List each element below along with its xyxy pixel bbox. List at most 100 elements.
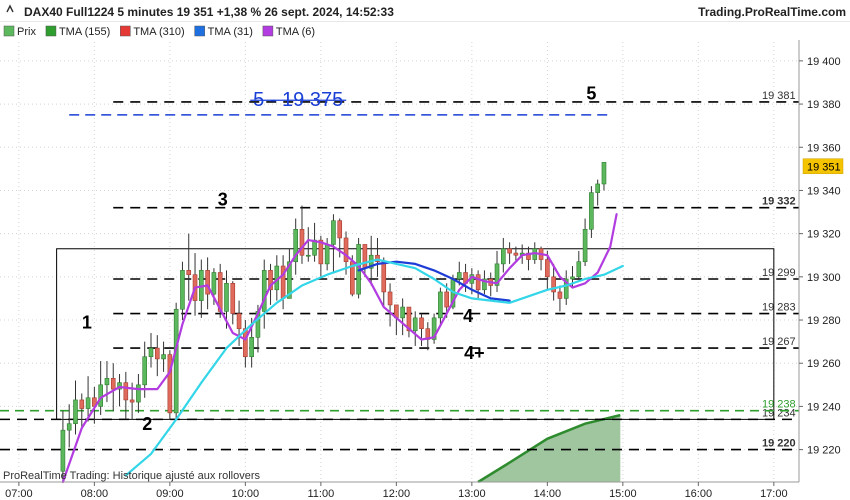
annotation-label: 3 <box>218 190 228 210</box>
candle-body <box>545 259 550 278</box>
candle-body <box>261 270 267 312</box>
chart: 19 381 19 332 19 299 19 283 19 267 19 234 19 2… <box>0 0 850 500</box>
candle-body <box>343 237 349 263</box>
candle-body <box>173 308 179 414</box>
legend-swatch <box>194 25 205 37</box>
candle-body <box>412 317 418 332</box>
candle-body <box>154 347 160 360</box>
y-tick-label: 19 260 <box>807 358 841 370</box>
candle-body <box>224 283 229 312</box>
x-tick-label: 16:00 <box>685 488 713 500</box>
candle-body <box>419 317 424 329</box>
candle-body <box>110 378 116 390</box>
candle-body <box>570 276 575 280</box>
candle-body <box>180 270 185 310</box>
candle-body <box>230 283 236 314</box>
chart-svg: 19 38119 33219 29919 28319 26719 23419 2… <box>0 0 850 500</box>
candle-body <box>205 270 210 295</box>
candle-body <box>444 291 449 308</box>
y-tick-label: 19 280 <box>807 315 841 327</box>
x-tick-label: 17:00 <box>760 488 788 500</box>
annotation-label: 5 <box>586 84 596 104</box>
x-tick-label: 12:00 <box>383 488 411 500</box>
footer-note: ProRealTime Trading: Historique ajusté a… <box>3 470 260 482</box>
candle-body <box>589 192 594 230</box>
level-label: 19 238 <box>762 399 796 411</box>
annotation-label: 4+ <box>464 343 485 363</box>
candle-body <box>601 162 607 185</box>
x-tick-label: 11:00 <box>307 488 334 500</box>
candle-body <box>148 347 154 358</box>
legend-label: TMA (155) <box>59 26 110 38</box>
legend-label: Prix <box>17 26 36 38</box>
candle-body <box>362 244 368 269</box>
y-tick-label: 19 360 <box>807 142 841 154</box>
candle-body <box>324 244 330 265</box>
chart-background <box>0 0 850 500</box>
candle-body <box>507 248 512 254</box>
candle-body <box>73 399 78 424</box>
candle-body <box>299 229 305 256</box>
candle-body <box>475 274 481 291</box>
y-tick-label: 19 320 <box>807 229 841 241</box>
x-tick-label: 08:00 <box>81 488 109 500</box>
current-price-label: 19 351 <box>807 162 841 174</box>
candle-body <box>381 261 387 293</box>
legend-label: TMA (6) <box>276 26 315 38</box>
candle-body <box>129 399 135 403</box>
candle-body <box>331 220 336 245</box>
candle-body <box>211 272 217 295</box>
y-tick-label: 19 340 <box>807 185 841 197</box>
x-tick-label: 10:00 <box>232 488 260 500</box>
candle-body <box>249 337 254 358</box>
candle-body <box>305 254 311 257</box>
x-tick-label: 15:00 <box>609 488 637 500</box>
level-label: 19 220 <box>762 438 796 450</box>
candle-body <box>236 313 242 329</box>
candle-body <box>513 252 519 256</box>
legend-label: TMA (310) <box>133 26 184 38</box>
candle-body <box>136 384 141 403</box>
y-tick-label: 19 400 <box>807 56 841 68</box>
candle-body <box>400 306 405 319</box>
candle-body <box>104 378 110 386</box>
candle-body <box>337 220 343 239</box>
level-label: 19 267 <box>762 336 796 348</box>
candle-body <box>387 291 393 306</box>
level-label: 19 332 <box>762 196 796 208</box>
candle-body <box>576 261 582 278</box>
legend-swatch <box>45 25 57 37</box>
legend-swatch <box>262 25 274 37</box>
x-tick-label: 07:00 <box>5 488 33 500</box>
candle-body <box>79 399 85 409</box>
candle-body <box>582 229 588 263</box>
annotation-label: 2 <box>142 414 152 434</box>
candle-body <box>98 384 103 407</box>
annotation-label: 1 <box>82 313 92 333</box>
candle-body <box>438 291 443 319</box>
instrument-title: DAX40 Full1224 5 minutes 19 351 +1,38 % … <box>24 5 394 19</box>
x-tick-label: 09:00 <box>156 488 184 500</box>
candle-body <box>186 270 192 275</box>
candle-body <box>123 382 129 401</box>
candle-body <box>595 183 600 193</box>
candle-body <box>60 429 66 472</box>
y-tick-label: 19 300 <box>807 272 841 284</box>
brand-label: Trading.ProRealTime.com <box>698 5 846 19</box>
legend-label: TMA (31) <box>208 26 253 38</box>
x-tick-label: 13:00 <box>458 488 486 500</box>
level-label: 19 299 <box>762 267 796 279</box>
y-tick-label: 19 240 <box>807 401 841 413</box>
candle-body <box>161 354 166 360</box>
level-label: 19 381 <box>762 90 796 102</box>
candle-body <box>501 248 506 265</box>
annotation-label: 4 <box>463 306 473 326</box>
legend-swatch <box>3 25 15 37</box>
y-tick-label: 19 220 <box>807 445 841 457</box>
y-tick-label: 19 380 <box>807 99 841 111</box>
candle-body <box>456 272 462 280</box>
candle-body <box>557 291 563 299</box>
candle-body <box>85 397 91 409</box>
candle-body <box>66 423 72 431</box>
level-label: 19 283 <box>762 302 796 314</box>
